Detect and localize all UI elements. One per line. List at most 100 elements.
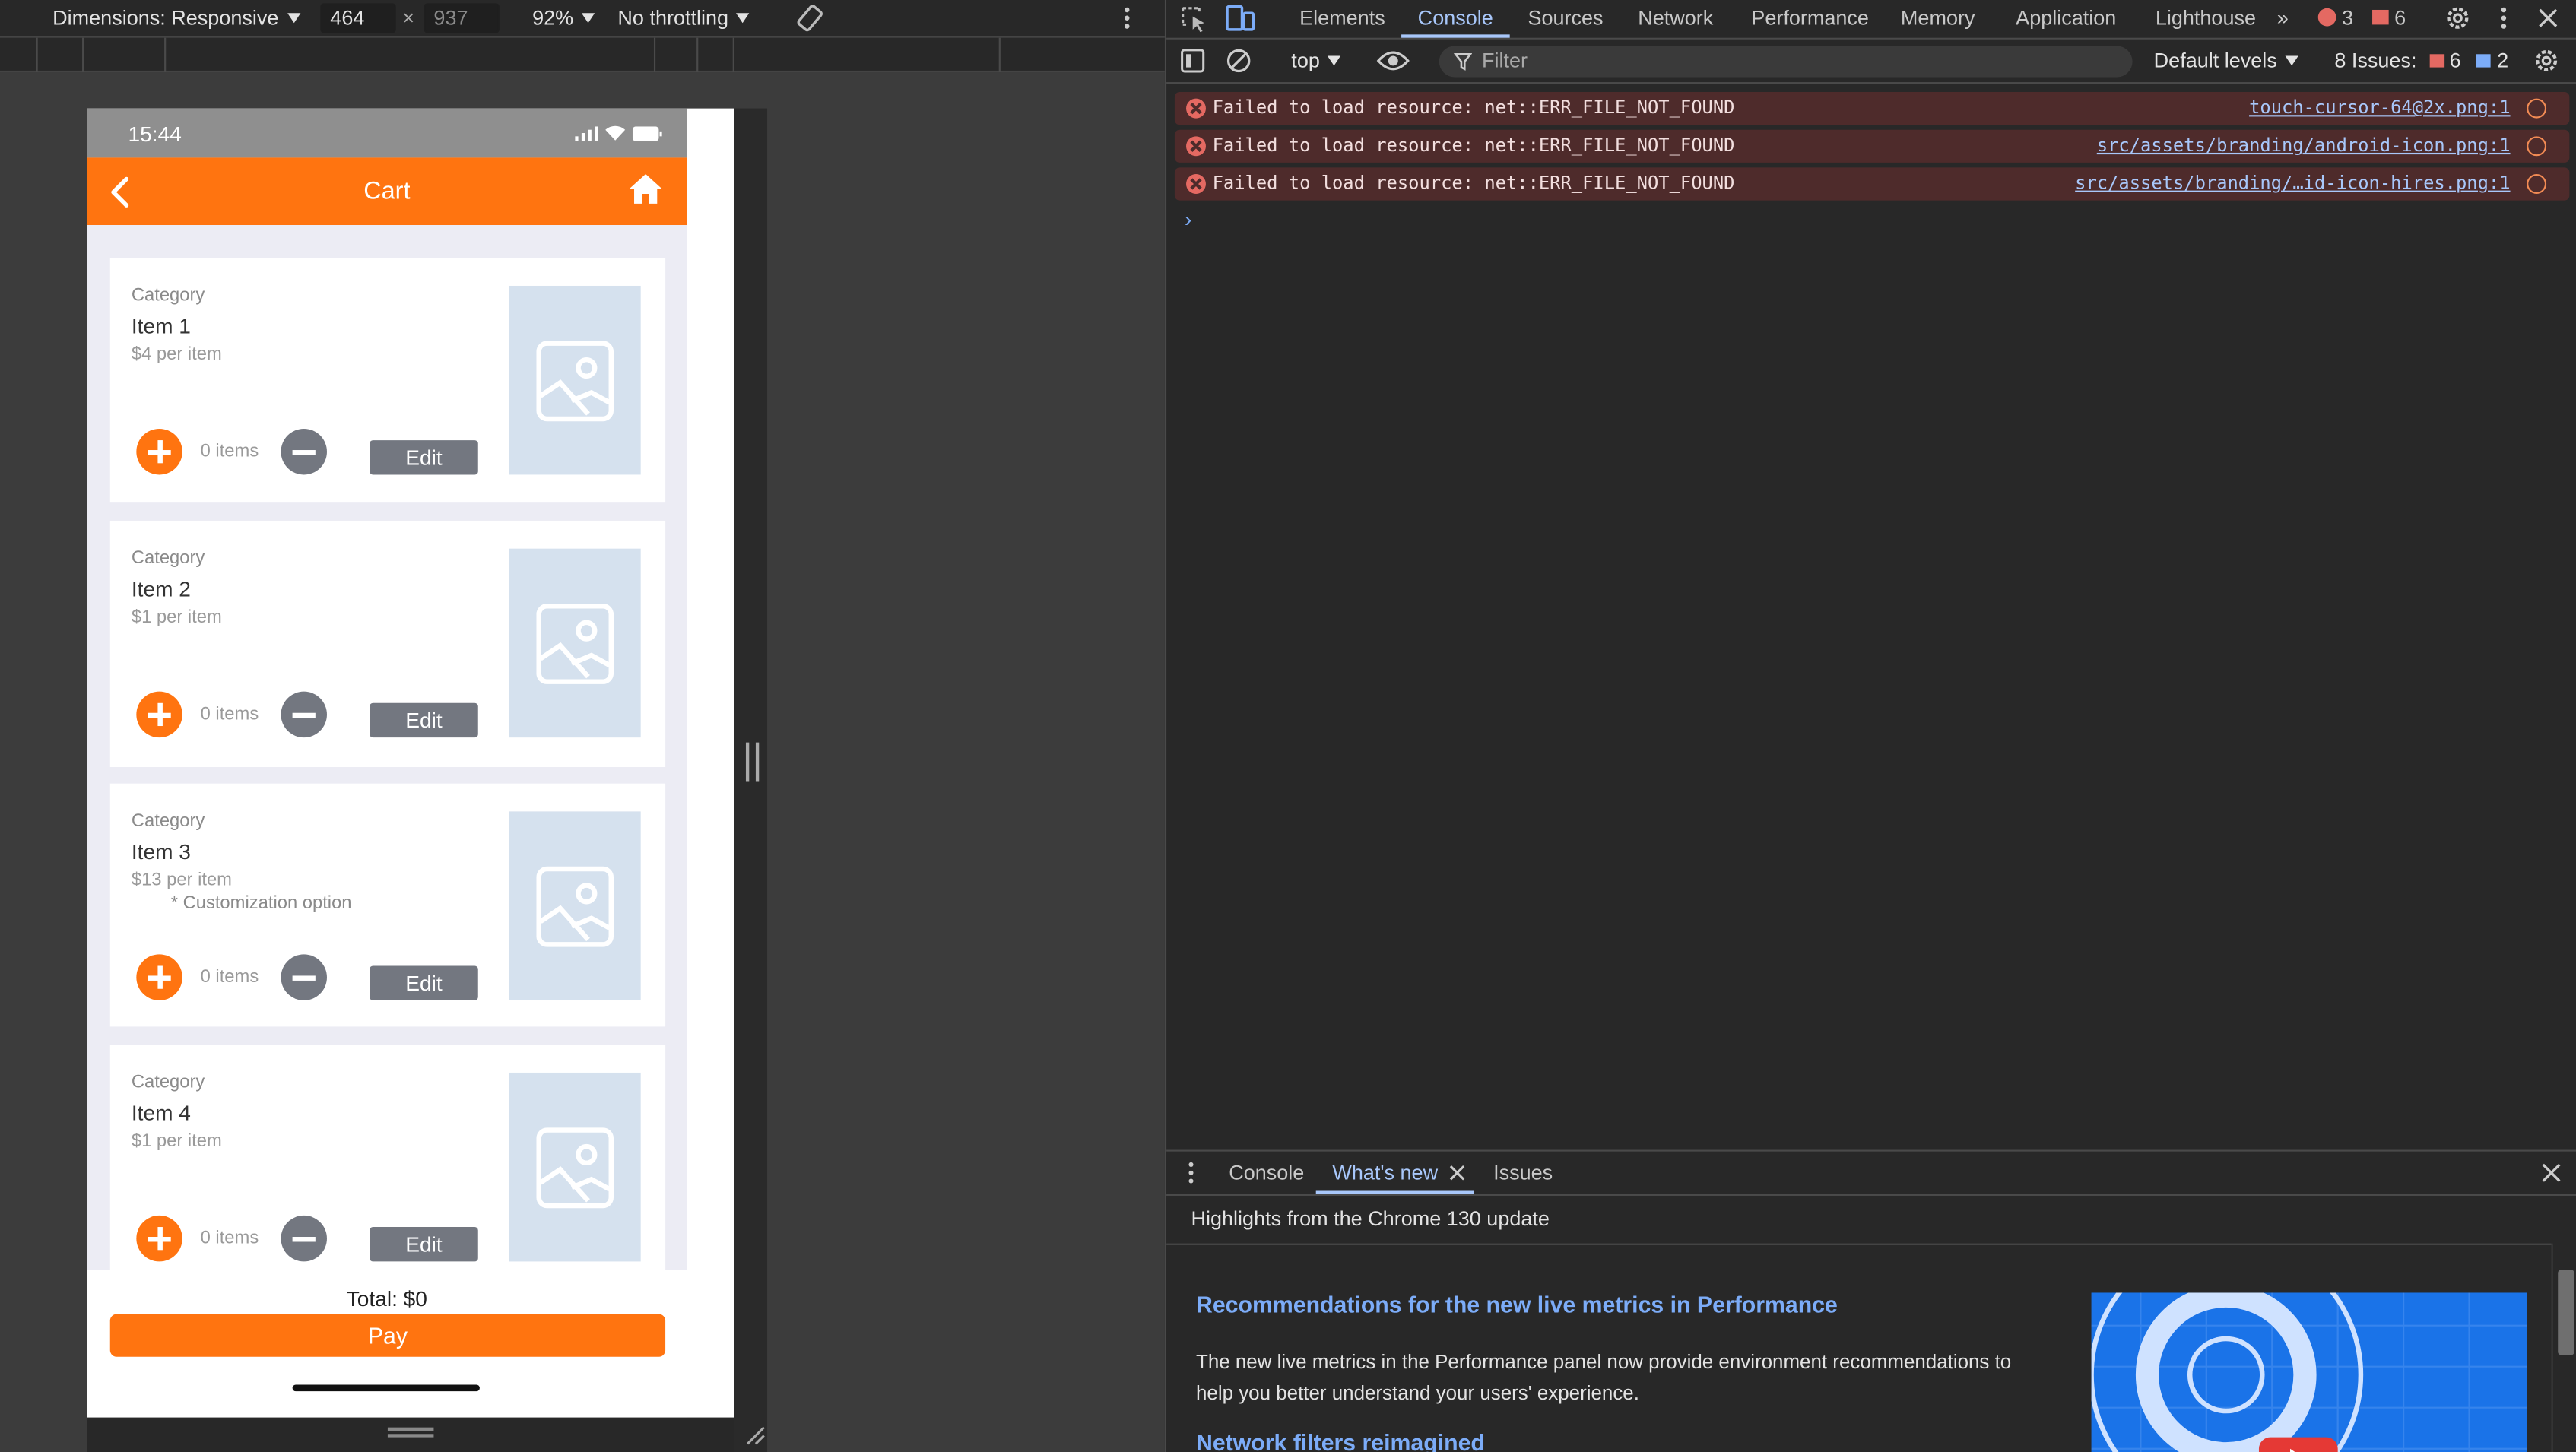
tab-sources[interactable]: Sources	[1528, 7, 1603, 30]
device-toolbar-icon[interactable]	[1226, 5, 1255, 31]
message-text: Failed to load resource: net::ERR_FILE_N…	[1212, 135, 1735, 157]
add-item-button[interactable]	[136, 428, 182, 475]
live-expression-eye-icon[interactable]	[1376, 49, 1410, 72]
ai-assist-icon[interactable]	[2527, 136, 2547, 157]
cart-list[interactable]: Category Item 1 $4 per item 0 items Edit	[87, 225, 687, 1270]
tab-memory[interactable]: Memory	[1901, 7, 1975, 30]
inspect-element-icon[interactable]	[1179, 5, 1209, 33]
console-error-message[interactable]: Failed to load resource: net::ERR_FILE_N…	[1174, 129, 2570, 163]
close-drawer-icon[interactable]	[2542, 1163, 2562, 1183]
tab-performance[interactable]: Performance	[1751, 7, 1869, 30]
close-tab-icon[interactable]	[1449, 1165, 1466, 1181]
add-item-button[interactable]	[136, 954, 182, 1000]
error-counter[interactable]: 3	[2317, 7, 2353, 30]
console-error-message[interactable]: Failed to load resource: net::ERR_FILE_N…	[1174, 91, 2570, 125]
log-levels-dropdown[interactable]: Default levels	[2154, 49, 2298, 72]
remove-item-button[interactable]	[281, 1215, 327, 1262]
error-icon	[1186, 174, 1206, 194]
more-options-icon[interactable]	[1121, 5, 1134, 31]
issues-button[interactable]: 8 Issues: 6 2	[2334, 49, 2508, 72]
message-source-link[interactable]: touch-cursor-64@2x.png:1	[2249, 97, 2510, 118]
cart-item-card: Category Item 3 $13 per item * Customiza…	[109, 783, 666, 1027]
dimensions-dropdown[interactable]: Dimensions: Responsive	[52, 7, 300, 30]
message-source-link[interactable]: src/assets/branding/android-icon.png:1	[2097, 135, 2511, 156]
sidebar-toggle-icon[interactable]	[1179, 48, 1206, 75]
viewport-bottom-resize[interactable]	[87, 1417, 765, 1452]
scrollbar-thumb[interactable]	[2558, 1270, 2574, 1355]
remove-item-button[interactable]	[281, 691, 327, 738]
customize-menu-icon[interactable]	[2497, 5, 2510, 31]
drawer-tab-console[interactable]: Console	[1229, 1162, 1304, 1184]
console-filter-input[interactable]: Filter	[1439, 46, 2133, 78]
zoom-dropdown[interactable]: 92%	[532, 7, 595, 30]
tab-console[interactable]: Console	[1418, 7, 1493, 30]
add-item-button[interactable]	[136, 1215, 182, 1262]
message-source-link[interactable]: src/assets/branding/…id-icon-hires.png:1	[2075, 173, 2510, 194]
home-icon[interactable]	[627, 171, 664, 208]
item-name: Item 4	[131, 1100, 191, 1126]
edit-button[interactable]: Edit	[370, 1227, 478, 1262]
tab-application[interactable]: Application	[2016, 7, 2116, 30]
whats-new-heading[interactable]: Recommendations for the new live metrics…	[1196, 1291, 1838, 1317]
console-settings-gear-icon[interactable]	[2533, 48, 2560, 75]
drawer-menu-icon[interactable]	[1186, 1159, 1196, 1186]
drawer-tab-whats-new[interactable]: What's new	[1332, 1162, 1438, 1184]
pay-button[interactable]: Pay	[109, 1314, 666, 1357]
chevron-down-icon	[581, 13, 595, 24]
tab-network[interactable]: Network	[1638, 7, 1713, 30]
wifi-icon	[605, 125, 626, 141]
tab-lighthouse[interactable]: Lighthouse	[2156, 7, 2256, 30]
viewport-side-resize-handle[interactable]	[745, 742, 760, 782]
console-prompt-chevron-icon[interactable]: ›	[1185, 207, 1191, 231]
error-icon	[1186, 136, 1206, 157]
remove-item-button[interactable]	[281, 428, 327, 475]
filter-funnel-icon	[1454, 53, 1472, 71]
resize-handle[interactable]	[387, 1427, 434, 1431]
devtools-tabbar: Elements Console Sources Network Perform…	[1166, 0, 2576, 40]
item-image-placeholder	[509, 1072, 641, 1262]
media-query-ruler[interactable]	[0, 36, 1165, 73]
item-customization: * Customization option	[170, 893, 352, 914]
settings-gear-icon[interactable]	[2444, 5, 2471, 31]
error-icon	[2317, 8, 2336, 27]
item-price: $1 per item	[131, 1131, 222, 1152]
ruler-tick	[998, 37, 1001, 73]
corner-resize-icon[interactable]	[744, 1424, 767, 1447]
clear-console-icon[interactable]	[1226, 48, 1252, 75]
height-input[interactable]	[424, 3, 500, 33]
ruler-tick	[36, 37, 38, 73]
add-item-button[interactable]	[136, 691, 182, 738]
edit-button[interactable]: Edit	[370, 440, 478, 475]
close-devtools-icon[interactable]	[2536, 7, 2559, 30]
dimensions-label: Dimensions: Responsive	[52, 6, 279, 30]
tab-elements[interactable]: Elements	[1299, 7, 1385, 30]
whats-new-thumbnail[interactable]	[2091, 1292, 2527, 1452]
whats-new-heading[interactable]: Network filters reimagined	[1196, 1429, 1485, 1452]
drawer-tab-issues[interactable]: Issues	[1493, 1162, 1553, 1184]
ruler-tick	[653, 37, 656, 73]
throttling-dropdown[interactable]: No throttling	[617, 7, 750, 30]
chevron-down-icon	[287, 13, 300, 24]
width-input[interactable]	[320, 3, 396, 33]
zoom-label: 92%	[532, 6, 574, 30]
rotate-icon[interactable]	[795, 3, 825, 33]
battery-icon	[632, 126, 662, 141]
ruler-tick	[696, 37, 699, 73]
item-category: Category	[131, 811, 205, 832]
remove-item-button[interactable]	[281, 954, 327, 1000]
item-price: $1 per item	[131, 607, 222, 628]
drawer-scrollbar[interactable]	[2551, 1243, 2576, 1452]
whats-new-content: Recommendations for the new live metrics…	[1166, 1243, 2552, 1452]
edit-button[interactable]: Edit	[370, 702, 478, 738]
item-category: Category	[131, 285, 205, 306]
console-error-message[interactable]: Failed to load resource: net::ERR_FILE_N…	[1174, 167, 2570, 201]
error-icon	[1186, 98, 1206, 119]
issue-counter[interactable]: 6	[2372, 7, 2406, 30]
item-quantity: 0 items	[200, 967, 259, 988]
context-selector[interactable]: top	[1291, 49, 1341, 72]
ai-assist-icon[interactable]	[2527, 98, 2547, 119]
edit-button[interactable]: Edit	[370, 965, 478, 1000]
more-tabs-chevron-icon[interactable]: »	[2277, 7, 2289, 30]
message-text: Failed to load resource: net::ERR_FILE_N…	[1212, 172, 1735, 194]
ai-assist-icon[interactable]	[2527, 174, 2547, 194]
